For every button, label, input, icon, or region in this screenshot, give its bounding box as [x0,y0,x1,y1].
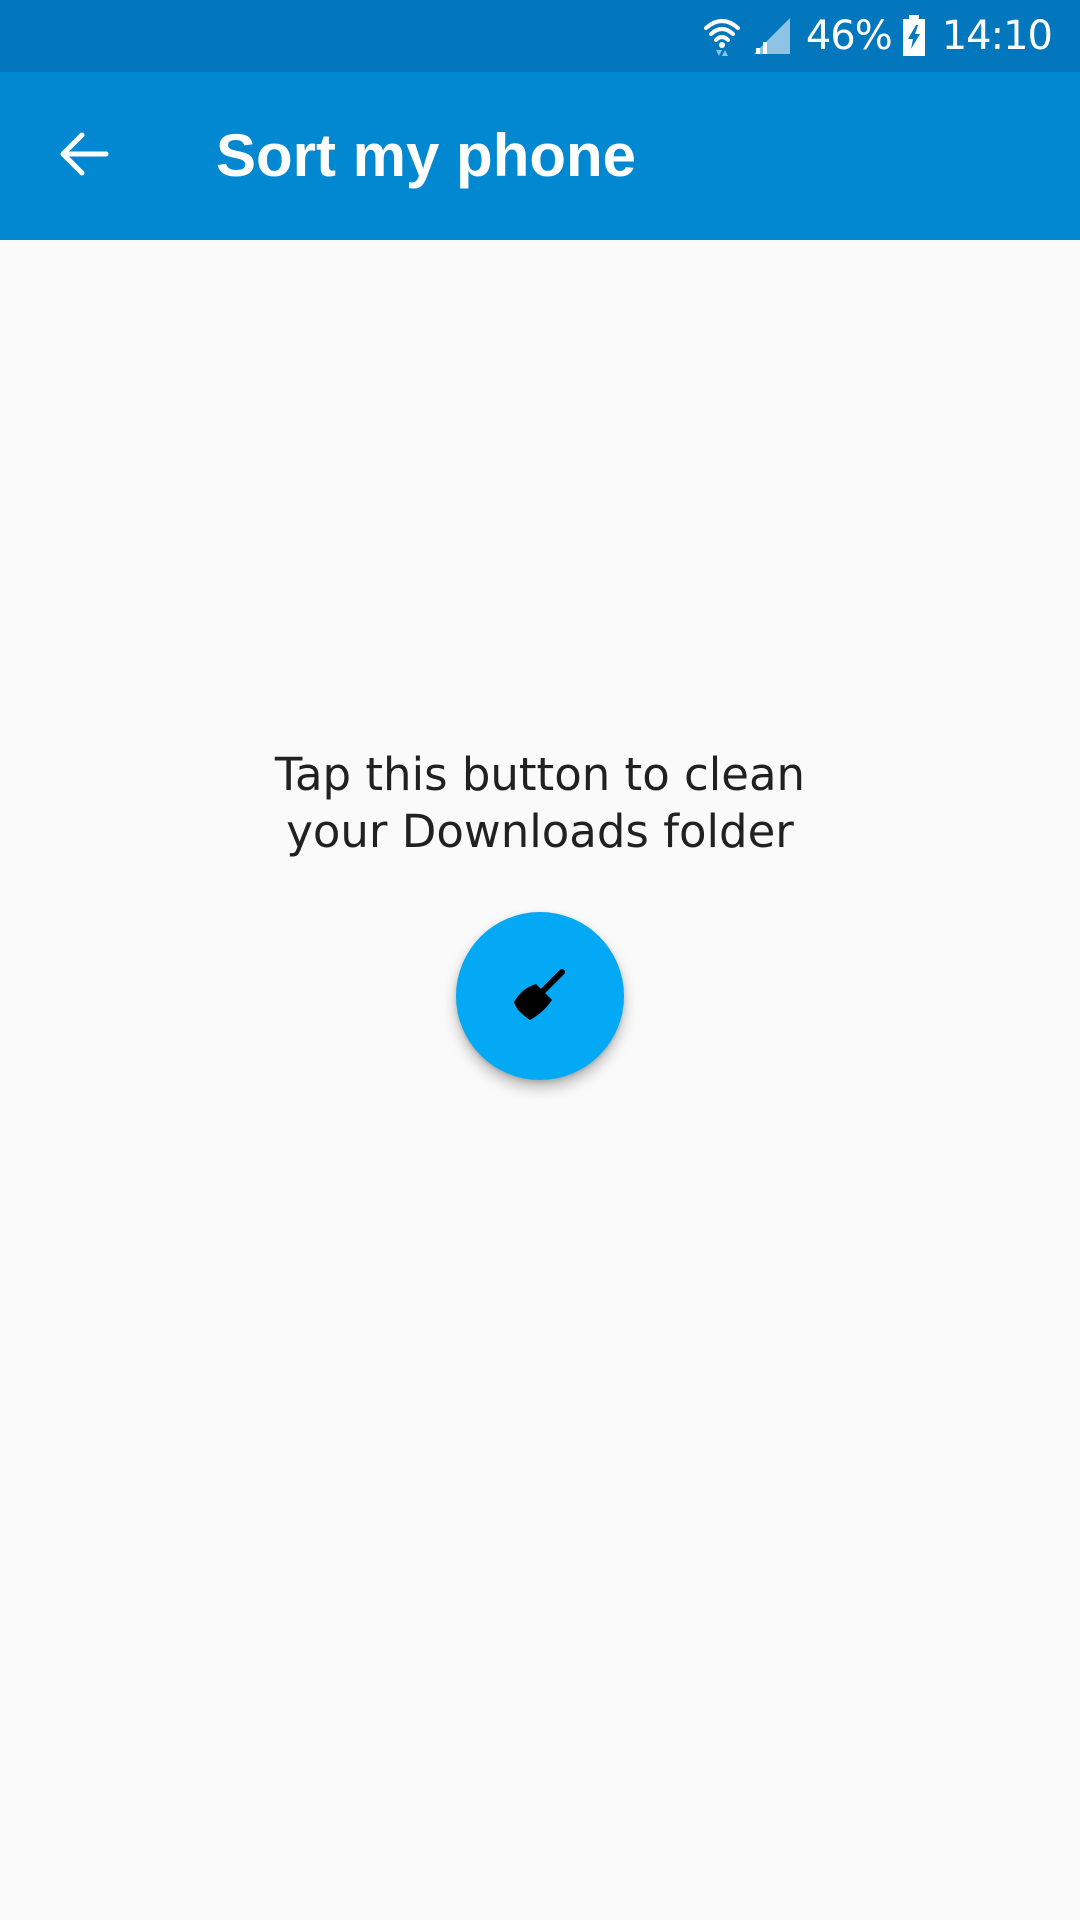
page-title: Sort my phone [216,122,637,189]
battery-percent: 46% [805,13,893,59]
arrow-back-icon [58,130,110,183]
signal-icon [752,16,792,56]
status-time: 14:10 [941,13,1053,59]
status-icons: 46% 14:10 [702,0,1053,72]
broom-icon [508,962,572,1031]
instruction-line-2: your Downloads folder [286,805,794,858]
wifi-icon [702,14,742,58]
instruction-text: Tap this button to clean your Downloads … [140,746,940,860]
screen: 46% 14:10 Sort my phone Tap this button … [0,0,1080,1920]
back-button[interactable] [40,112,128,200]
status-bar: 46% 14:10 [0,0,1080,72]
clean-downloads-button[interactable] [456,912,624,1080]
app-bar: Sort my phone [0,72,1080,240]
battery-charging-icon [902,15,926,57]
instruction-line-1: Tap this button to clean [274,748,806,801]
